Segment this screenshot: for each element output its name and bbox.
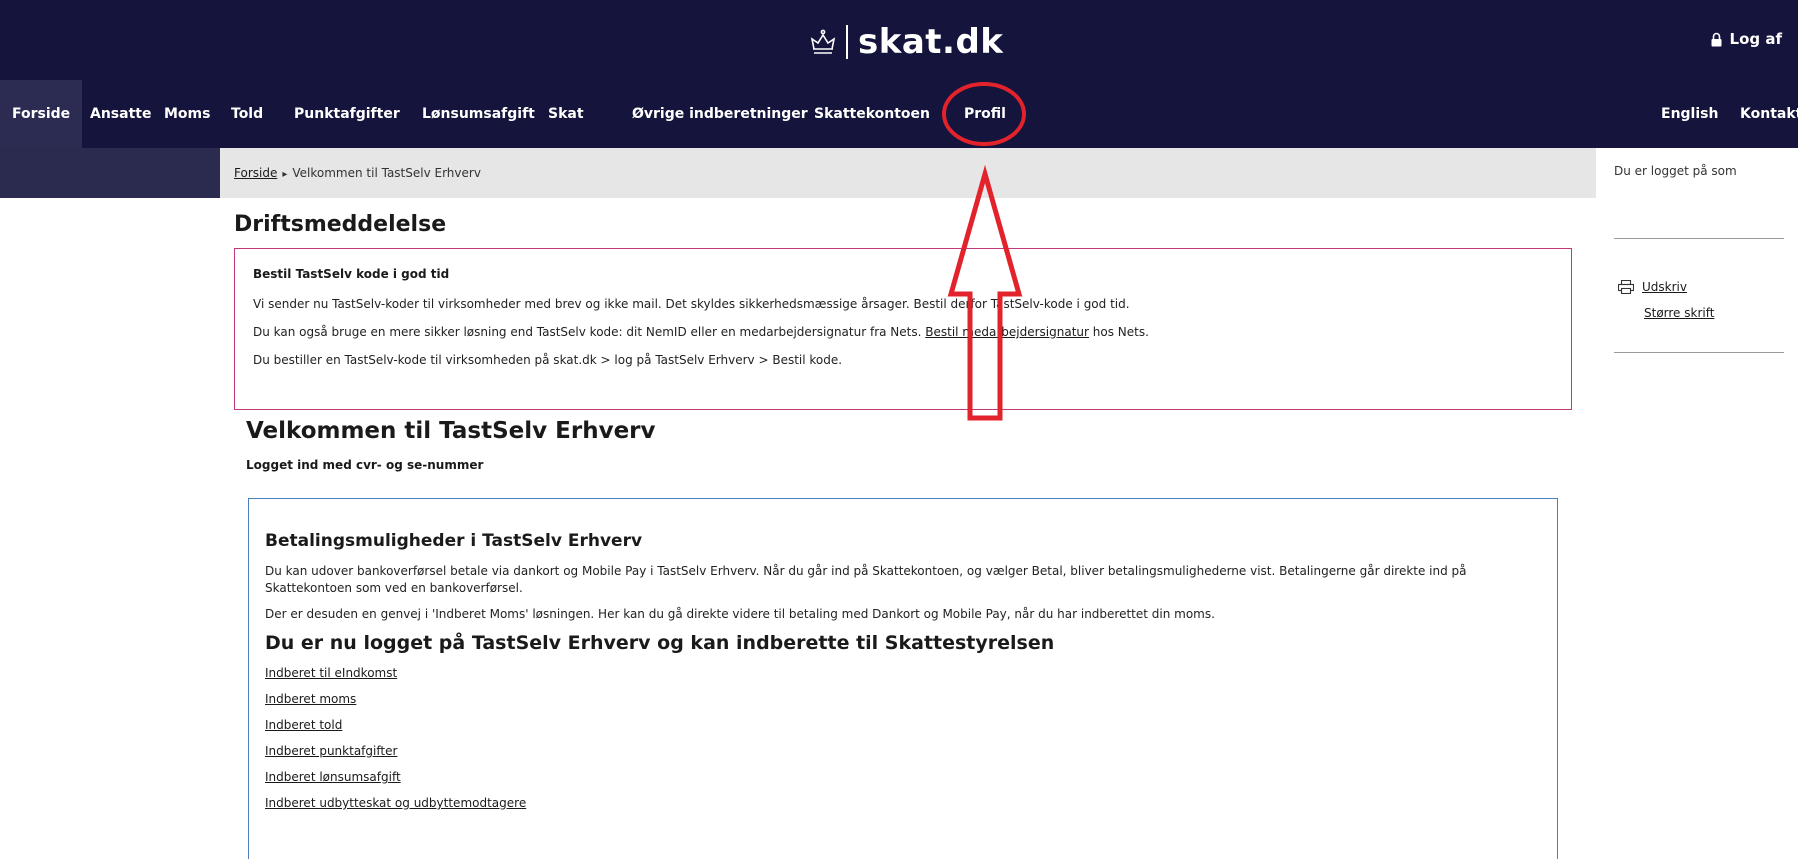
skat-logo[interactable]: skat.dk [808, 22, 1004, 62]
lock-icon [1711, 32, 1722, 46]
payment-heading: Betalingsmuligheder i TastSelv Erhverv [265, 531, 643, 551]
notice-box: Bestil TastSelv kode i god tid Vi sender… [234, 248, 1572, 410]
nav-ovrige-indberetninger[interactable]: Øvrige indberetninger [632, 80, 808, 148]
printer-icon [1618, 280, 1634, 294]
breadcrumb-separator-icon: ▸ [282, 169, 288, 180]
logged-in-label: Du er logget på som [1614, 164, 1737, 178]
site-header: skat.dk Log af [0, 0, 1798, 80]
notice-text: hos Nets. [1092, 325, 1149, 339]
report-link-eindkomst[interactable]: Indberet til eIndkomst [265, 666, 1541, 680]
nav-skattekontoen[interactable]: Skattekontoen [814, 80, 930, 148]
report-link-udbytteskat[interactable]: Indberet udbytteskat og udbyttemodtagere [265, 796, 1541, 810]
left-panel [0, 148, 220, 198]
welcome-subtitle: Logget ind med cvr- og se-nummer [246, 458, 484, 472]
bigger-text-link[interactable]: Større skrift [1644, 306, 1714, 320]
welcome-title: Velkommen til TastSelv Erhverv [246, 418, 656, 444]
main-nav: Forside Ansatte Moms Told Punktafgifter … [0, 80, 1798, 148]
nav-punktafgifter[interactable]: Punktafgifter [294, 80, 400, 148]
aside-divider [1614, 238, 1784, 239]
report-link-punktafgifter[interactable]: Indberet punktafgifter [265, 744, 1541, 758]
nav-kontakt[interactable]: Kontakt [1740, 80, 1798, 148]
brand-name: skat.dk [858, 22, 1004, 62]
print-link[interactable]: Udskriv [1618, 280, 1687, 294]
crown-icon [810, 29, 836, 54]
nav-skat[interactable]: Skat [548, 80, 584, 148]
report-link-lonsumsafgift[interactable]: Indberet lønsumsafgift [265, 770, 1541, 784]
nav-ansatte[interactable]: Ansatte [90, 80, 151, 148]
notice-line: Vi sender nu TastSelv-koder til virksomh… [253, 297, 1130, 311]
payment-text: Der er desuden en genvej i 'Indberet Mom… [265, 607, 1215, 621]
nav-forside[interactable]: Forside [0, 80, 83, 148]
breadcrumb-home-link[interactable]: Forside [234, 166, 277, 180]
notice-title: Bestil TastSelv kode i god tid [253, 267, 450, 281]
report-link-moms[interactable]: Indberet moms [265, 692, 1541, 706]
notice-text: Du kan også bruge en mere sikker løsning… [253, 325, 922, 339]
nav-told[interactable]: Told [231, 80, 263, 148]
logoff-link[interactable]: Log af [1711, 30, 1782, 48]
order-signature-link[interactable]: Bestil medarbejdersignatur [925, 325, 1089, 339]
notice-line: Du kan også bruge en mere sikker løsning… [253, 325, 1553, 339]
notice-heading: Driftsmeddelelse [234, 212, 447, 237]
notice-line: Du bestiller en TastSelv-kode til virkso… [253, 353, 843, 367]
report-links: Indberet til eIndkomst Indberet moms Ind… [265, 666, 1541, 810]
nav-moms[interactable]: Moms [164, 80, 210, 148]
nav-profil[interactable]: Profil [964, 80, 1006, 148]
aside-divider [1614, 352, 1784, 353]
logoff-label: Log af [1729, 30, 1782, 48]
breadcrumb-current: Velkommen til TastSelv Erhverv [292, 166, 481, 180]
print-label[interactable]: Udskriv [1642, 280, 1687, 294]
logo-divider [846, 25, 848, 59]
payment-text: Du kan udover bankoverførsel betale via … [265, 564, 1467, 595]
report-heading: Du er nu logget på TastSelv Erhverv og k… [265, 632, 1055, 654]
nav-lonsumsafgift[interactable]: Lønsumsafgift [422, 80, 535, 148]
breadcrumb: Forside ▸ Velkommen til TastSelv Erhverv [234, 148, 481, 198]
report-link-told[interactable]: Indberet told [265, 718, 1541, 732]
info-box: Betalingsmuligheder i TastSelv Erhverv D… [248, 498, 1558, 859]
nav-english[interactable]: English [1661, 80, 1718, 148]
